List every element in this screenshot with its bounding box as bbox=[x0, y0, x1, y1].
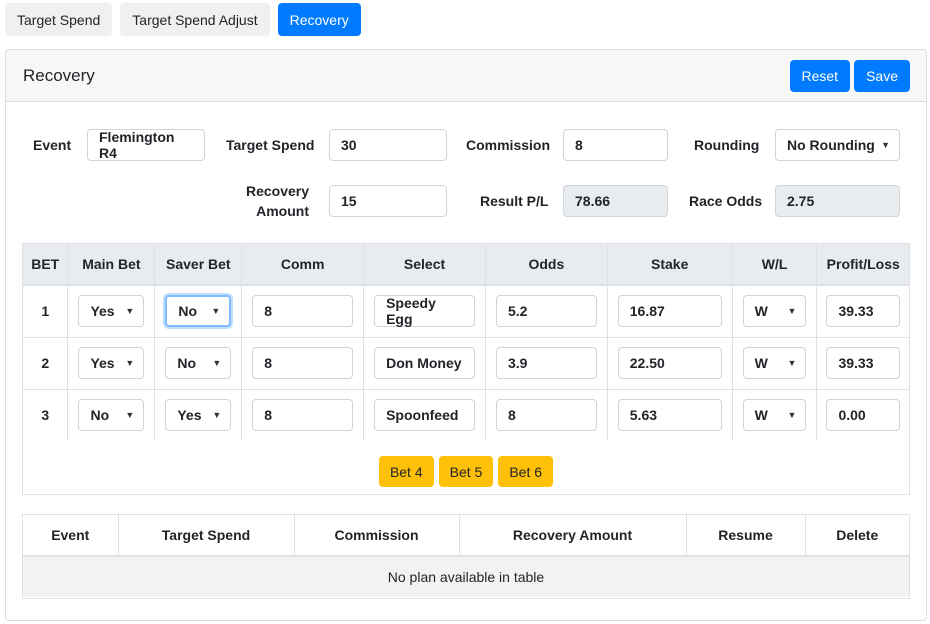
tab-target-spend-adjust[interactable]: Target Spend Adjust bbox=[120, 3, 270, 36]
saver-bet-select[interactable]: Yes ▼ bbox=[165, 398, 232, 431]
table-row: 1 Yes ▼ No ▼ 8 Speedy Egg 5.2 16.87 W ▼ 39.… bbox=[23, 284, 909, 337]
chevron-down-icon: ▼ bbox=[212, 409, 222, 420]
wl-select[interactable]: W ▼ bbox=[742, 346, 807, 379]
comm-input[interactable]: 8 bbox=[252, 295, 354, 327]
event-label: Event bbox=[33, 137, 72, 153]
result-pl-field: 78.66 bbox=[563, 185, 668, 217]
save-button[interactable]: Save bbox=[854, 59, 910, 92]
bet-number: 3 bbox=[23, 388, 68, 441]
comm-input[interactable]: 8 bbox=[252, 346, 354, 379]
empty-message: No plan available in table bbox=[23, 555, 909, 597]
bet-number: 1 bbox=[23, 284, 68, 337]
commission-input[interactable]: 8 bbox=[563, 129, 668, 161]
comm-input[interactable]: 8 bbox=[252, 398, 354, 431]
chevron-down-icon: ▼ bbox=[125, 409, 135, 420]
event-input[interactable]: Flemington R4 bbox=[87, 129, 205, 161]
bet-6-button[interactable]: Bet 6 bbox=[498, 456, 554, 487]
select-input[interactable]: Don Money bbox=[374, 346, 475, 379]
target-spend-input[interactable]: 30 bbox=[329, 129, 447, 161]
commission-label: Commission bbox=[466, 137, 551, 153]
result-pl-label: Result P/L bbox=[480, 193, 549, 209]
odds-input[interactable]: 8 bbox=[495, 398, 597, 431]
bet-number: 2 bbox=[23, 336, 68, 389]
plan-header-row: Event Target Spend Commission Recovery A… bbox=[23, 515, 909, 557]
col-odds: Odds bbox=[484, 244, 608, 286]
stake-input[interactable]: 5.63 bbox=[617, 398, 722, 431]
saver-bet-select[interactable]: No ▼ bbox=[165, 295, 232, 327]
card-header: Recovery Reset Save bbox=[6, 50, 926, 102]
col-profit-loss: Profit/Loss bbox=[816, 244, 909, 286]
bet-4-button[interactable]: Bet 4 bbox=[378, 456, 434, 487]
chevron-down-icon: ▼ bbox=[787, 357, 797, 368]
table-row: No plan available in table bbox=[23, 555, 909, 597]
col-wl: W/L bbox=[731, 244, 817, 286]
col-delete: Delete bbox=[804, 515, 909, 557]
col-comm: Comm bbox=[241, 244, 364, 286]
select-input[interactable]: Spoonfeed bbox=[374, 398, 475, 431]
stake-input[interactable]: 22.50 bbox=[617, 346, 722, 379]
col-saver-bet: Saver Bet bbox=[154, 244, 242, 286]
chevron-down-icon: ▼ bbox=[212, 357, 222, 368]
main-bet-select[interactable]: No ▼ bbox=[78, 398, 145, 431]
recovery-amount-label: Recovery Amount bbox=[245, 183, 309, 219]
col-stake: Stake bbox=[606, 244, 733, 286]
col-resume: Resume bbox=[685, 515, 805, 557]
bets-table: BET Main Bet Saver Bet Comm Select Odds … bbox=[22, 243, 910, 495]
bets-header-row: BET Main Bet Saver Bet Comm Select Odds … bbox=[23, 244, 909, 286]
plan-table: Event Target Spend Commission Recovery A… bbox=[22, 514, 910, 599]
target-spend-label: Target Spend bbox=[226, 137, 315, 153]
wl-select[interactable]: W ▼ bbox=[742, 398, 807, 431]
saver-bet-select[interactable]: No ▼ bbox=[165, 346, 232, 379]
table-row: 3 No ▼ Yes ▼ 8 Spoonfeed 8 5.63 W ▼ 0.00 bbox=[23, 388, 909, 441]
add-bet-buttons: Bet 4 Bet 5 Bet 6 bbox=[23, 456, 909, 487]
table-row: 2 Yes ▼ No ▼ 8 Don Money 3.9 22.50 W ▼ 39.3… bbox=[23, 336, 909, 389]
wl-select[interactable]: W ▼ bbox=[742, 295, 807, 327]
race-odds-field: 2.75 bbox=[775, 185, 900, 217]
reset-button[interactable]: Reset bbox=[789, 59, 851, 92]
tab-target-spend[interactable]: Target Spend bbox=[5, 3, 113, 36]
chevron-down-icon: ▼ bbox=[125, 306, 135, 316]
race-odds-label: Race Odds bbox=[689, 193, 763, 209]
stake-input[interactable]: 16.87 bbox=[617, 295, 722, 327]
select-input[interactable]: Speedy Egg bbox=[374, 295, 475, 327]
profit-loss-input[interactable]: 39.33 bbox=[826, 295, 900, 327]
profit-loss-input[interactable]: 0.00 bbox=[826, 398, 900, 431]
rounding-label: Rounding bbox=[694, 137, 760, 153]
recovery-card: Recovery Reset Save Event Flemington R4 … bbox=[5, 49, 927, 621]
chevron-down-icon: ▼ bbox=[787, 306, 797, 316]
col-main-bet: Main Bet bbox=[67, 244, 155, 286]
chevron-down-icon: ▼ bbox=[787, 409, 797, 420]
rounding-select[interactable]: No Rounding ▼ bbox=[775, 129, 900, 161]
odds-input[interactable]: 3.9 bbox=[495, 346, 597, 379]
bet-5-button[interactable]: Bet 5 bbox=[438, 456, 494, 487]
chevron-down-icon: ▼ bbox=[125, 357, 135, 368]
col-select: Select bbox=[363, 244, 486, 286]
chevron-down-icon: ▼ bbox=[211, 306, 221, 316]
col-bet: BET bbox=[23, 244, 68, 286]
col-target-spend: Target Spend bbox=[117, 515, 294, 557]
odds-input[interactable]: 5.2 bbox=[495, 295, 597, 327]
main-bet-select[interactable]: Yes ▼ bbox=[78, 346, 145, 379]
col-event: Event bbox=[23, 515, 118, 557]
card-title: Recovery bbox=[23, 65, 95, 85]
tab-recovery[interactable]: Recovery bbox=[277, 3, 361, 36]
recovery-amount-input[interactable]: 15 bbox=[329, 185, 447, 217]
col-recovery-amount: Recovery Amount bbox=[458, 515, 686, 557]
col-commission: Commission bbox=[293, 515, 459, 557]
main-bet-select[interactable]: Yes ▼ bbox=[78, 295, 145, 327]
chevron-down-icon: ▼ bbox=[881, 140, 890, 150]
profit-loss-input[interactable]: 39.33 bbox=[826, 346, 900, 379]
tab-bar: Target Spend Target Spend Adjust Recover… bbox=[5, 3, 361, 36]
